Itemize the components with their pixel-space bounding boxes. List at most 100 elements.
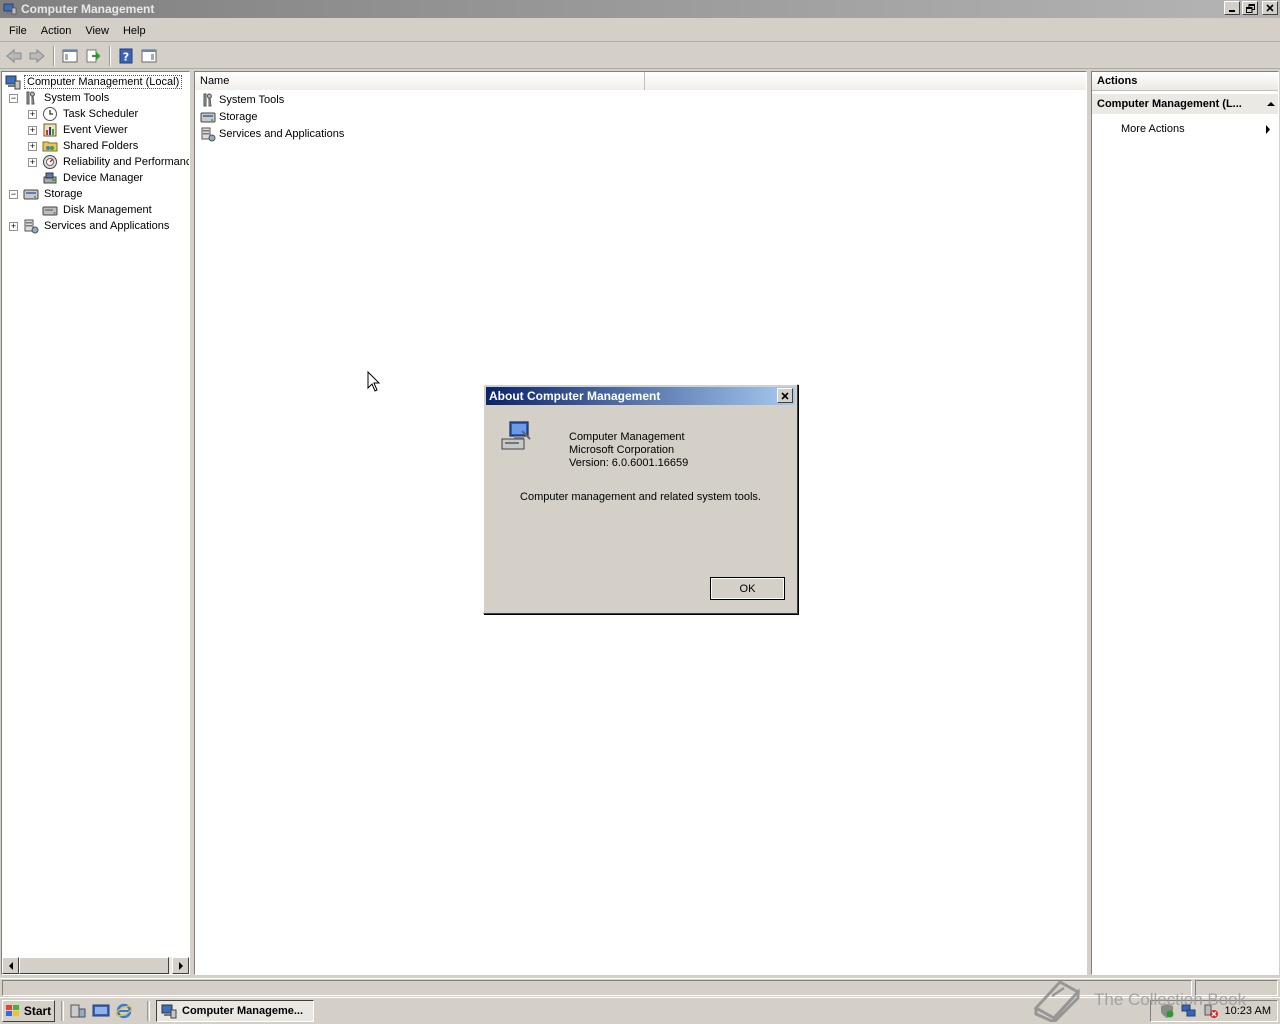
- menu-file[interactable]: File: [3, 23, 33, 39]
- export-list-button[interactable]: [82, 45, 104, 67]
- column-header-name[interactable]: Name: [195, 72, 645, 90]
- console-tree-pane[interactable]: Computer Management (Local) − System Too…: [1, 71, 190, 975]
- toolbar-separator: [109, 45, 111, 66]
- scroll-right-button[interactable]: [172, 957, 189, 974]
- start-label: Start: [23, 1004, 52, 1018]
- collapse-toggle[interactable]: −: [9, 93, 18, 103]
- services-icon: [201, 127, 216, 141]
- tree-label-root: Computer Management (Local): [24, 75, 183, 89]
- restore-icon: [1245, 3, 1255, 13]
- scrollbar-thumb[interactable]: [19, 957, 169, 974]
- dialog-close-button[interactable]: [777, 388, 793, 403]
- network-disconnected-icon[interactable]: [1203, 1003, 1219, 1019]
- tree-label-task-scheduler: Task Scheduler: [63, 108, 139, 120]
- forward-button[interactable]: [26, 45, 48, 67]
- security-shield-icon[interactable]: [1159, 1003, 1175, 1019]
- computer-management-icon: [5, 75, 21, 90]
- list-item-storage[interactable]: Storage: [200, 108, 258, 125]
- help-button[interactable]: ?: [115, 45, 137, 67]
- server-manager-icon[interactable]: [69, 1002, 87, 1020]
- status-bar: [0, 978, 1280, 996]
- tree-item-system-tools[interactable]: − System Tools: [9, 90, 111, 106]
- tree-item-event-viewer[interactable]: + Event Viewer: [28, 122, 130, 138]
- window-title-bar[interactable]: Computer Management: [0, 0, 1280, 18]
- show-hide-tree-button[interactable]: [59, 45, 81, 67]
- windows-flag-icon: [5, 1005, 19, 1016]
- column-header-blank[interactable]: [645, 72, 1086, 90]
- taskbar-button-computer-management[interactable]: Computer Manageme...: [156, 1000, 314, 1022]
- show-hide-action-pane-button[interactable]: [138, 45, 160, 67]
- list-item-label: System Tools: [219, 93, 285, 106]
- device-manager-icon: [43, 172, 57, 184]
- clock-icon: [43, 107, 57, 121]
- ok-button[interactable]: OK: [710, 577, 785, 600]
- collapse-toggle[interactable]: −: [9, 189, 18, 199]
- menu-bar: File Action View Help: [0, 20, 1280, 42]
- expand-toggle[interactable]: +: [28, 141, 37, 151]
- actions-header: Actions: [1092, 72, 1278, 91]
- tree-item-storage[interactable]: − Storage: [9, 186, 85, 202]
- storage-icon: [23, 189, 39, 200]
- dialog-company: Microsoft Corporation: [569, 444, 675, 456]
- list-header: Name: [195, 72, 1086, 90]
- arrow-left-icon: [8, 961, 13, 970]
- svg-text:?: ?: [123, 50, 129, 63]
- tree-label-storage: Storage: [44, 188, 83, 200]
- start-button[interactable]: Start: [2, 1000, 55, 1022]
- close-button[interactable]: [1262, 1, 1278, 15]
- menu-help[interactable]: Help: [117, 23, 152, 39]
- clock[interactable]: 10:23 AM: [1225, 1005, 1271, 1017]
- computer-management-icon: [161, 1004, 177, 1019]
- more-actions-item[interactable]: More Actions: [1121, 121, 1271, 137]
- toolbar: ?: [0, 43, 1280, 69]
- close-icon: [781, 391, 789, 400]
- mouse-cursor-icon: [367, 371, 381, 392]
- tree-label-event-viewer: Event Viewer: [63, 124, 128, 136]
- minimize-button[interactable]: [1224, 1, 1240, 15]
- status-cell-main: [2, 980, 1192, 996]
- expand-toggle[interactable]: +: [28, 125, 37, 135]
- expand-toggle[interactable]: +: [9, 221, 18, 231]
- list-item-label: Storage: [219, 110, 258, 123]
- dialog-description: Computer management and related system t…: [520, 491, 761, 503]
- tree-item-services[interactable]: + Services and Applications: [9, 218, 171, 234]
- console-tree-icon: [62, 49, 78, 62]
- actions-section-label: Computer Management (L...: [1097, 98, 1242, 110]
- taskbar-separator: [147, 1001, 150, 1021]
- back-button[interactable]: [3, 45, 25, 67]
- network-icon[interactable]: [1181, 1003, 1197, 1019]
- menu-view[interactable]: View: [79, 23, 115, 39]
- menu-action[interactable]: Action: [35, 23, 78, 39]
- restore-button[interactable]: [1242, 1, 1258, 15]
- list-item-services[interactable]: Services and Applications: [200, 125, 344, 142]
- tree-item-root[interactable]: Computer Management (Local): [5, 74, 183, 90]
- expand-toggle[interactable]: +: [28, 157, 37, 167]
- tree-label-services: Services and Applications: [44, 220, 170, 232]
- expand-toggle[interactable]: +: [28, 109, 37, 119]
- tree-item-task-scheduler[interactable]: + Task Scheduler: [28, 106, 140, 122]
- tree-item-reliability[interactable]: + Reliability and Performanc: [28, 154, 189, 170]
- tree-item-disk-management[interactable]: Disk Management: [42, 202, 154, 218]
- show-desktop-icon[interactable]: [92, 1002, 110, 1020]
- internet-explorer-icon[interactable]: [115, 1002, 133, 1020]
- computer-management-icon: [501, 421, 531, 450]
- services-icon: [24, 219, 39, 234]
- taskbar-button-label: Computer Manageme...: [182, 1005, 304, 1017]
- storage-icon: [200, 112, 216, 122]
- tree-item-device-manager[interactable]: Device Manager: [42, 170, 145, 186]
- tools-icon: [26, 91, 35, 105]
- about-dialog: About Computer Management Computer Manag…: [483, 384, 798, 614]
- list-item-system-tools[interactable]: System Tools: [200, 91, 284, 108]
- dialog-title-bar[interactable]: About Computer Management: [486, 387, 795, 405]
- window-title: Computer Management: [21, 2, 155, 16]
- tools-icon: [203, 92, 212, 106]
- scroll-left-button[interactable]: [2, 957, 19, 974]
- taskbar: Start Computer Manageme... 10:23 AM: [0, 997, 1280, 1024]
- back-arrow-icon: [6, 48, 22, 63]
- dialog-title: About Computer Management: [489, 389, 661, 403]
- actions-section-header[interactable]: Computer Management (L...: [1092, 94, 1278, 114]
- export-icon: [86, 49, 101, 62]
- arrow-right-icon: [178, 961, 183, 970]
- tree-item-shared-folders[interactable]: + Shared Folders: [28, 138, 140, 154]
- tree-horizontal-scrollbar[interactable]: [2, 957, 189, 974]
